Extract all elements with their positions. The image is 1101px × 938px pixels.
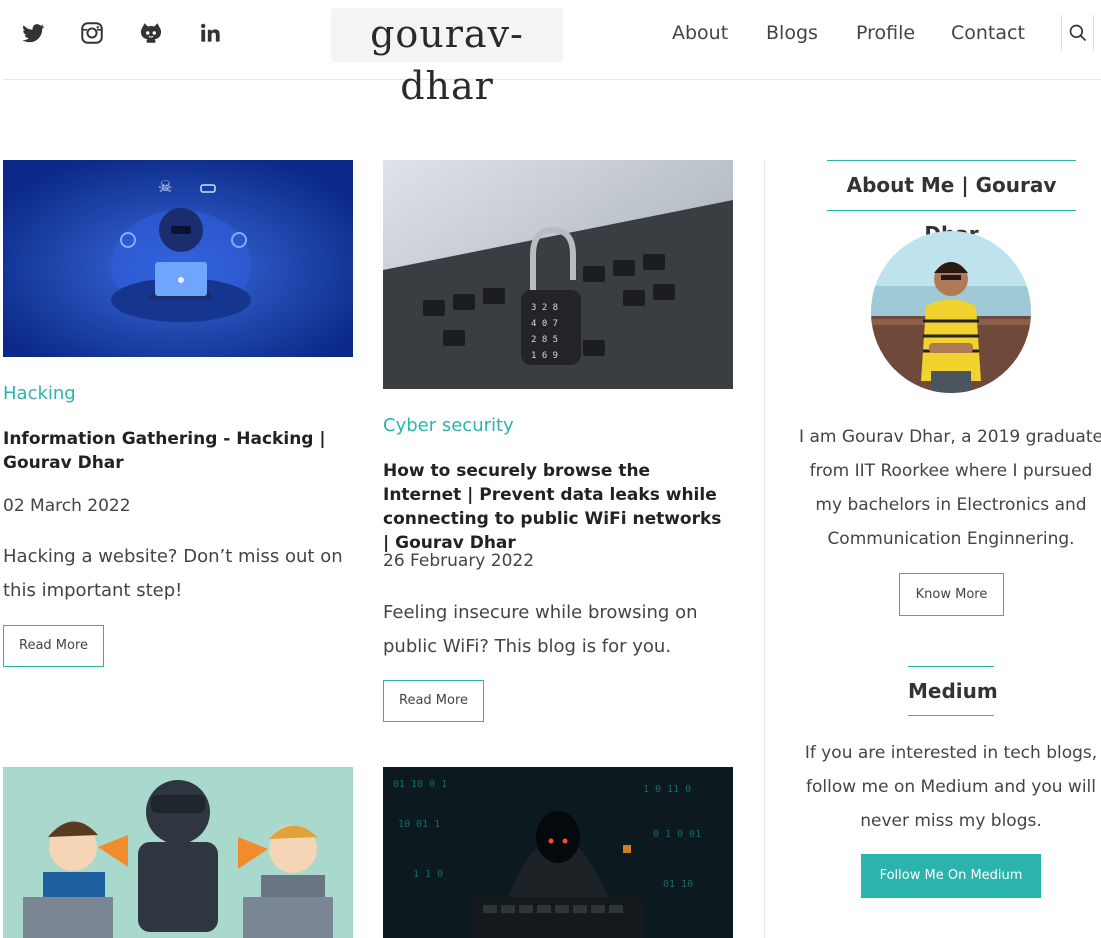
linkedin-icon[interactable] bbox=[197, 20, 223, 46]
svg-text:1 1 0: 1 1 0 bbox=[413, 869, 443, 880]
svg-text:4 0 7: 4 0 7 bbox=[531, 319, 558, 329]
post-image-mitm[interactable] bbox=[3, 767, 353, 938]
read-more-button[interactable]: Read More bbox=[383, 680, 485, 722]
post-description: Feeling insecure while browsing on publi… bbox=[383, 602, 698, 657]
post-date: 02 March 2022 bbox=[3, 496, 131, 516]
twitter-icon[interactable] bbox=[20, 20, 46, 46]
svg-text:3 2 8: 3 2 8 bbox=[531, 303, 558, 313]
follow-medium-button[interactable]: Follow Me On Medium bbox=[861, 854, 1041, 898]
post-description: Hacking a website? Don’t miss out on thi… bbox=[3, 546, 343, 601]
know-more-button[interactable]: Know More bbox=[899, 573, 1004, 616]
svg-text:1 0 11 0: 1 0 11 0 bbox=[643, 784, 691, 795]
post-category[interactable]: Cyber security bbox=[383, 415, 514, 436]
nav-blogs[interactable]: Blogs bbox=[766, 22, 818, 44]
svg-text:10 01 1: 10 01 1 bbox=[398, 819, 440, 830]
post-title[interactable]: How to securely browse the Internet | Pr… bbox=[383, 459, 728, 555]
nav-profile[interactable]: Profile bbox=[856, 22, 915, 44]
nav-contact[interactable]: Contact bbox=[951, 22, 1025, 44]
instagram-icon[interactable] bbox=[79, 20, 105, 46]
svg-text:01 10: 01 10 bbox=[663, 879, 693, 890]
post-image-laptop-lock[interactable]: 3 2 8 4 0 7 2 8 5 1 6 9 bbox=[383, 160, 733, 389]
svg-text:2 8 5: 2 8 5 bbox=[531, 335, 558, 345]
about-me-text: I am Gourav Dhar, a 2019 graduate from I… bbox=[799, 427, 1101, 549]
post-image-hacker[interactable]: ☠ bbox=[3, 160, 353, 357]
post-image-hacker-keyboard[interactable]: 01 10 0 1 1 0 11 0 10 01 1 0 1 0 01 1 1 0 0… bbox=[383, 767, 733, 938]
svg-text:1 6 9: 1 6 9 bbox=[531, 351, 558, 361]
search-icon bbox=[1069, 24, 1086, 42]
svg-text:01 10 0 1: 01 10 0 1 bbox=[393, 779, 447, 790]
medium-heading: Medium bbox=[908, 666, 998, 716]
sidebar-divider bbox=[764, 160, 765, 938]
medium-text: If you are interested in tech blogs, fol… bbox=[804, 743, 1098, 831]
nav-about[interactable]: About bbox=[672, 22, 728, 44]
avatar bbox=[871, 231, 1031, 393]
site-header: gourav-dhar About Blogs Profile Contact bbox=[3, 0, 1101, 108]
post-category[interactable]: Hacking bbox=[3, 383, 76, 404]
github-icon[interactable] bbox=[138, 20, 164, 46]
post-title[interactable]: Information Gathering - Hacking | Gourav… bbox=[3, 427, 348, 475]
read-more-button[interactable]: Read More bbox=[3, 625, 105, 667]
svg-text:0 1 0 01: 0 1 0 01 bbox=[653, 829, 701, 840]
site-logo[interactable]: gourav-dhar bbox=[331, 8, 563, 108]
search-button[interactable] bbox=[1061, 15, 1094, 51]
svg-text:☠: ☠ bbox=[158, 177, 172, 196]
about-me-heading: About Me | Gourav Dhar bbox=[827, 160, 1076, 246]
post-date: 26 February 2022 bbox=[383, 551, 535, 571]
